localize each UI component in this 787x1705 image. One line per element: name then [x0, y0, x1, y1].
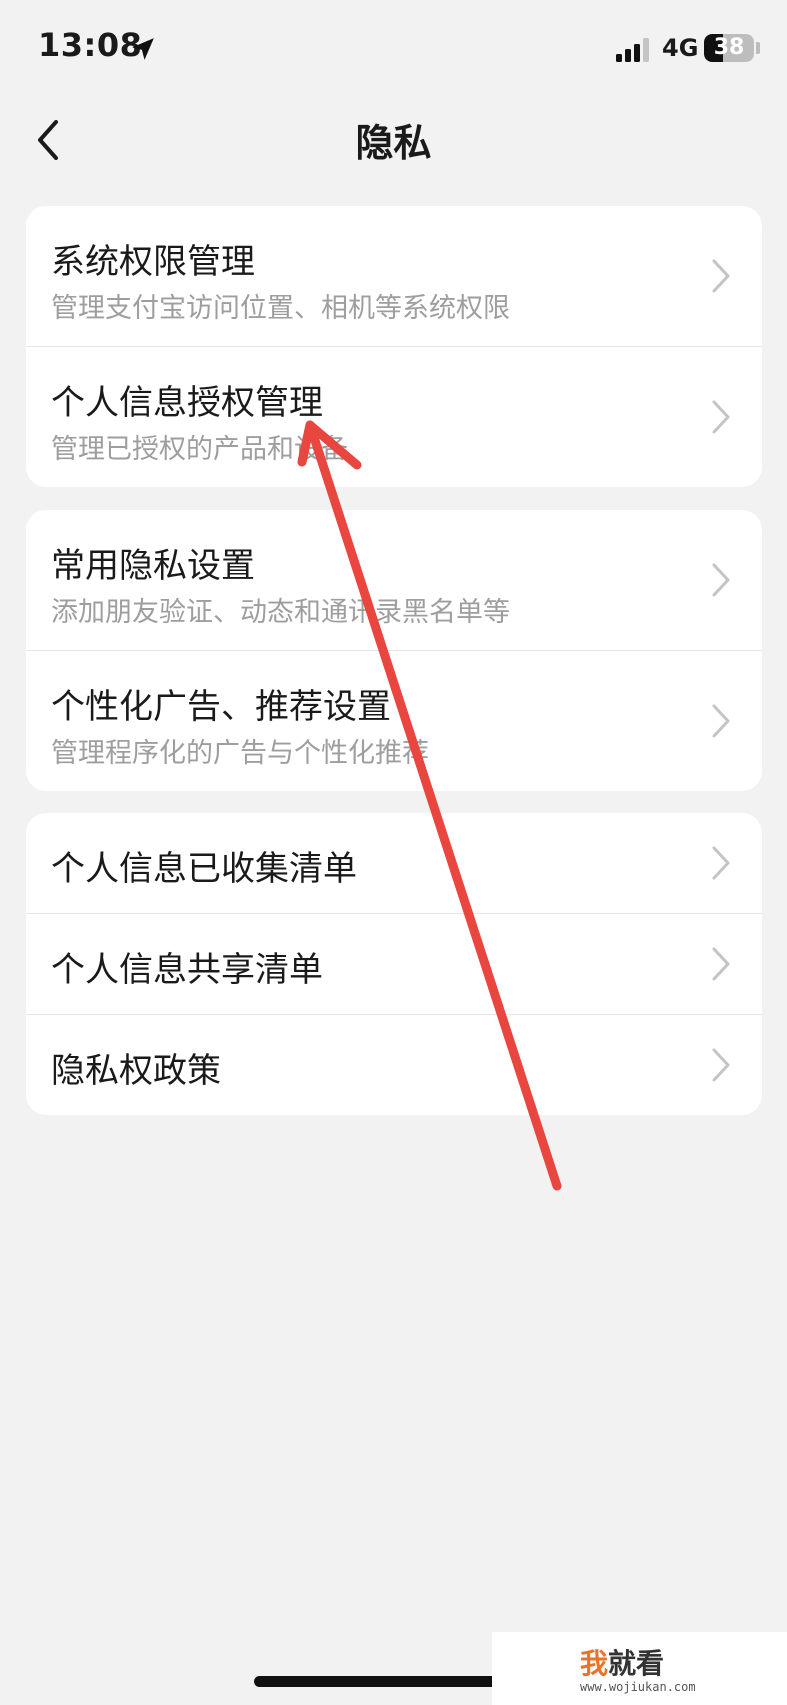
- settings-group-privacy: 常用隐私设置 添加朋友验证、动态和通讯录黑名单等 个性化广告、推荐设置 管理程序…: [26, 510, 762, 791]
- cellular-signal-icon: [616, 38, 649, 62]
- item-title: 个性化广告、推荐设置: [51, 687, 391, 727]
- watermark-url: www.wojiukan.com: [580, 1680, 696, 1694]
- network-type: 4G: [662, 34, 699, 62]
- item-title: 隐私权政策: [51, 1051, 221, 1091]
- chevron-right-icon: [712, 704, 730, 738]
- chevron-right-icon: [712, 1048, 730, 1082]
- list-item-common-privacy-settings[interactable]: 常用隐私设置 添加朋友验证、动态和通讯录黑名单等: [26, 510, 762, 651]
- status-bar: 13:08 4G 38: [0, 0, 787, 96]
- watermark-logo: 我就看: [580, 1642, 664, 1682]
- chevron-right-icon: [712, 563, 730, 597]
- item-title: 常用隐私设置: [51, 546, 255, 586]
- item-title: 个人信息已收集清单: [51, 849, 357, 889]
- chevron-right-icon: [712, 400, 730, 434]
- home-indicator[interactable]: [254, 1676, 532, 1687]
- item-title: 个人信息共享清单: [51, 950, 323, 990]
- item-subtitle: 添加朋友验证、动态和通讯录黑名单等: [51, 597, 510, 628]
- watermark-logo-rest: 就看: [608, 1647, 665, 1680]
- item-subtitle: 管理已授权的产品和设备: [51, 434, 348, 465]
- chevron-right-icon: [712, 259, 730, 293]
- location-arrow-icon: [132, 38, 154, 60]
- page-title: 隐私: [355, 121, 432, 165]
- watermark: 我就看 www.wojiukan.com: [492, 1632, 787, 1705]
- item-title: 系统权限管理: [51, 242, 255, 282]
- list-item-privacy-policy[interactable]: 隐私权政策: [26, 1015, 762, 1115]
- settings-group-lists: 个人信息已收集清单 个人信息共享清单 隐私权政策: [26, 813, 762, 1115]
- list-item-system-permissions[interactable]: 系统权限管理 管理支付宝访问位置、相机等系统权限: [26, 206, 762, 347]
- item-subtitle: 管理支付宝访问位置、相机等系统权限: [51, 293, 510, 324]
- list-item-shared-info-list[interactable]: 个人信息共享清单: [26, 914, 762, 1015]
- list-item-ad-recommendation-settings[interactable]: 个性化广告、推荐设置 管理程序化的广告与个性化推荐: [26, 651, 762, 791]
- list-item-collected-info-list[interactable]: 个人信息已收集清单: [26, 813, 762, 914]
- battery-nub: [756, 42, 760, 54]
- settings-group-permissions: 系统权限管理 管理支付宝访问位置、相机等系统权限 个人信息授权管理 管理已授权的…: [26, 206, 762, 487]
- item-subtitle: 管理程序化的广告与个性化推荐: [51, 738, 429, 769]
- chevron-right-icon: [712, 846, 730, 880]
- battery-level: 38: [713, 35, 745, 60]
- list-item-personal-info-authorization[interactable]: 个人信息授权管理 管理已授权的产品和设备: [26, 347, 762, 487]
- item-title: 个人信息授权管理: [51, 383, 323, 423]
- battery-icon: 38: [704, 34, 754, 62]
- status-time: 13:08: [38, 26, 143, 64]
- chevron-right-icon: [712, 947, 730, 981]
- watermark-logo-accent: 我: [580, 1647, 609, 1680]
